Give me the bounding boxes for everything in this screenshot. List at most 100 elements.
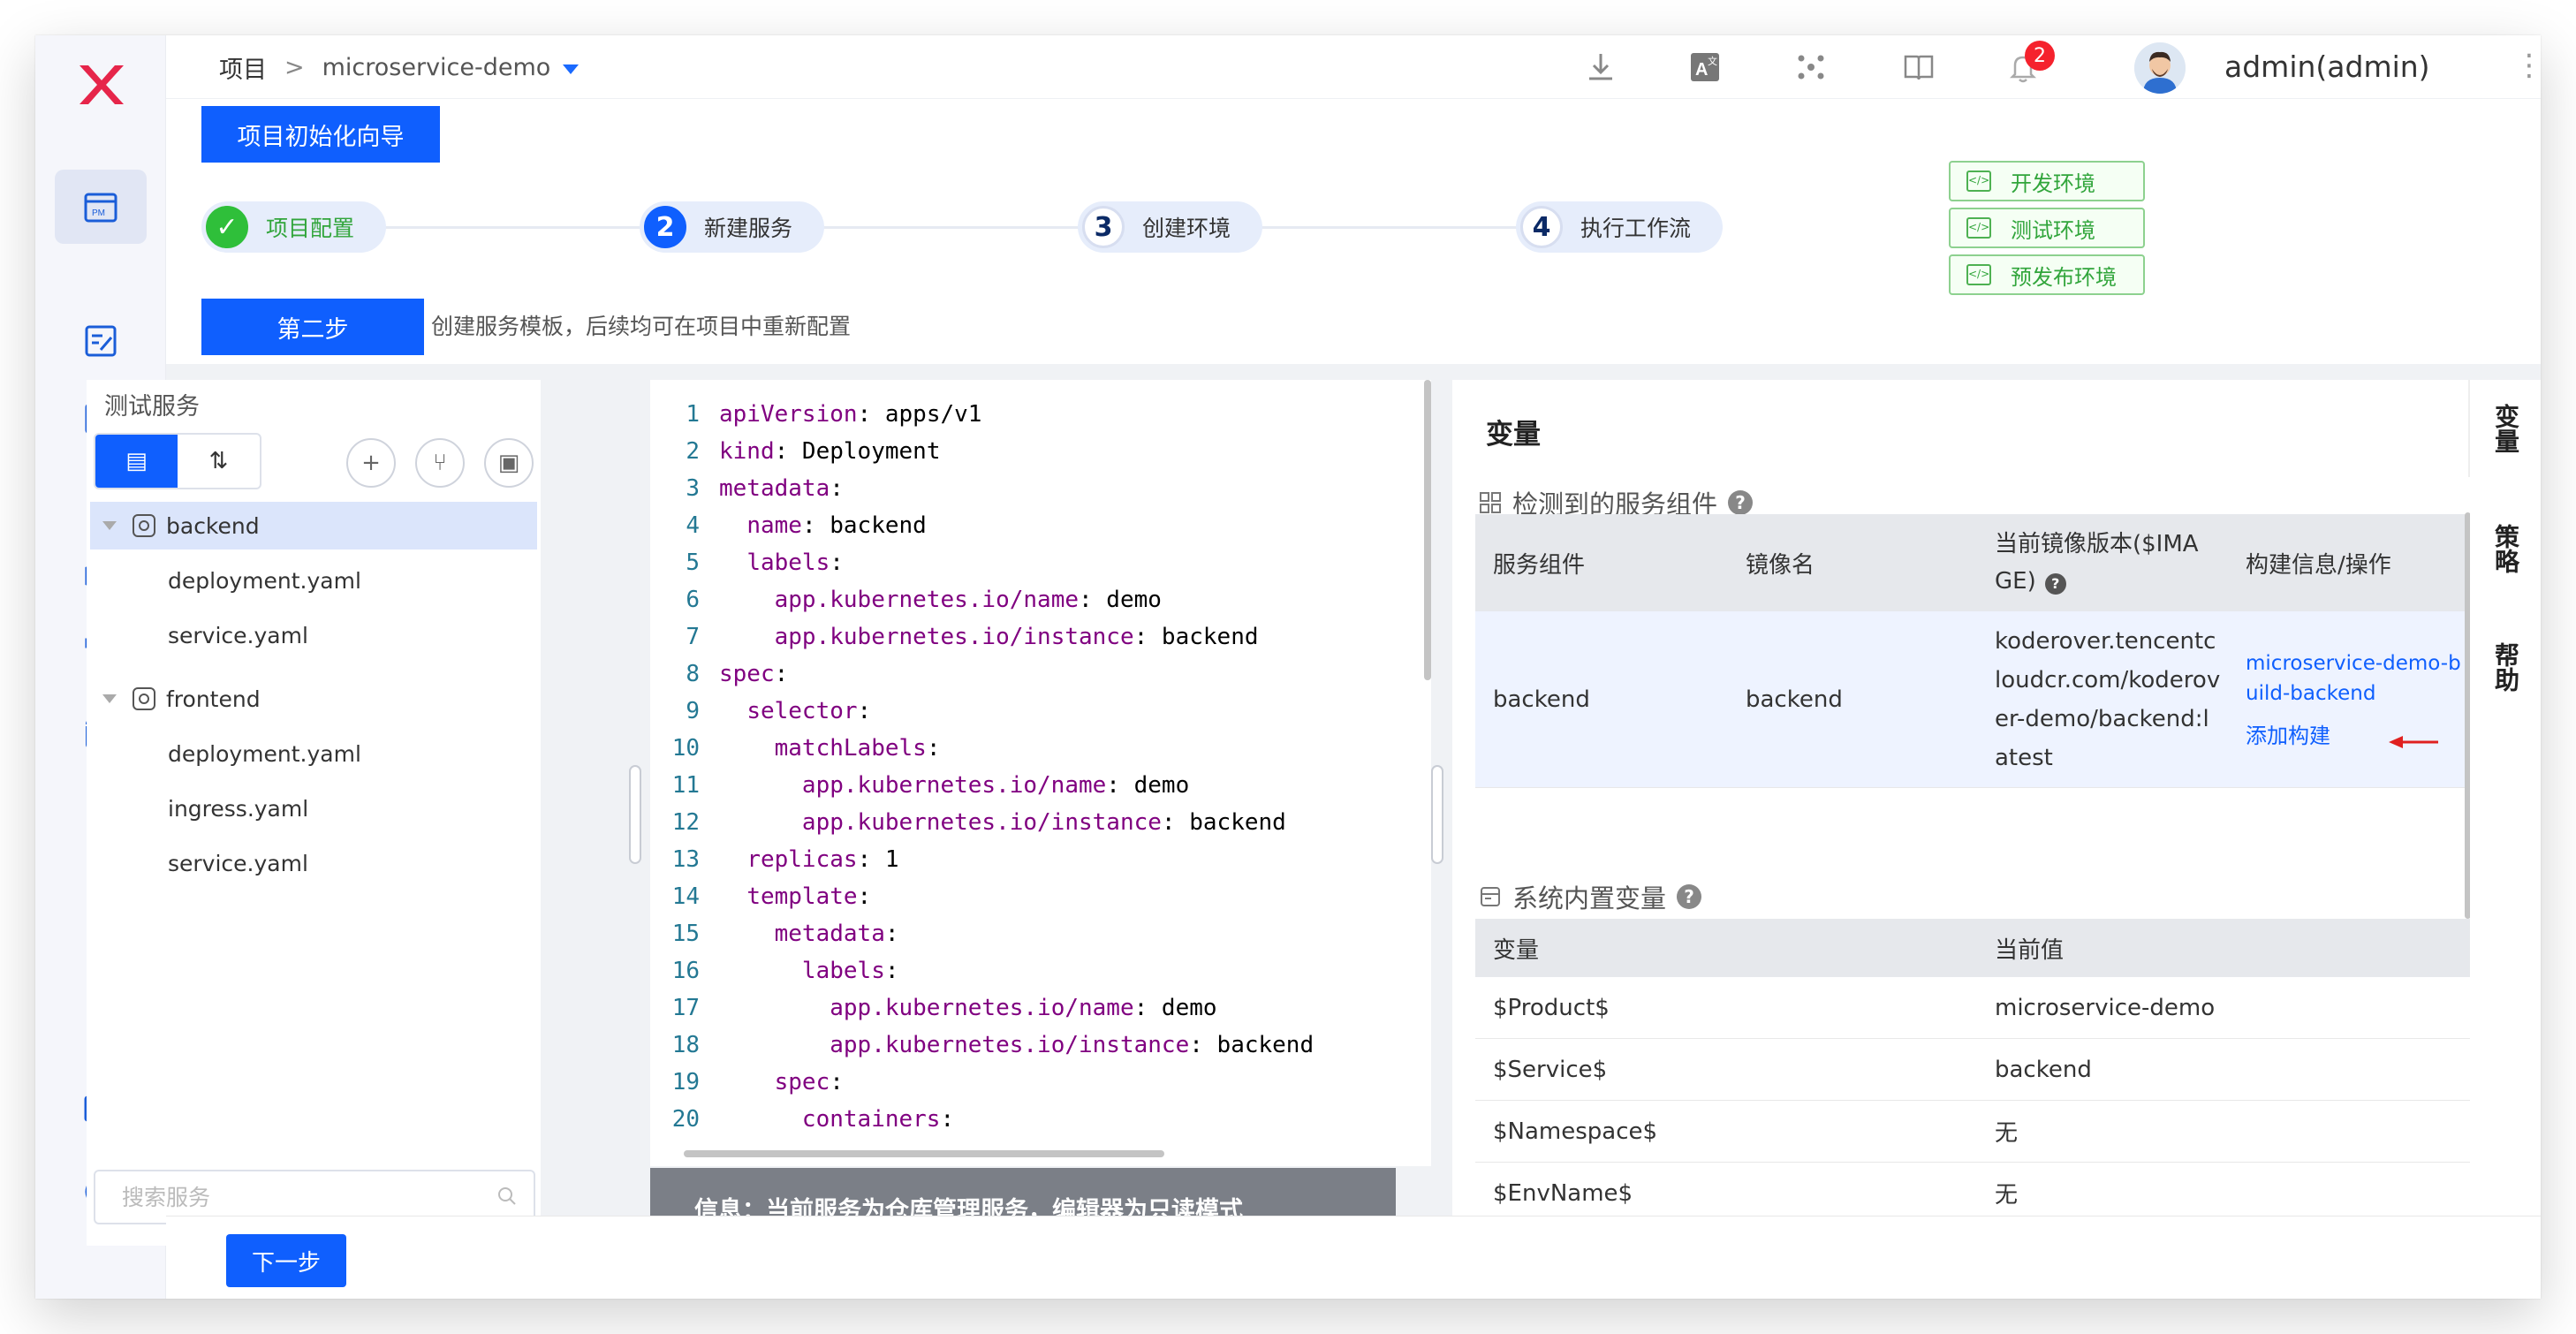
sort-button[interactable]: ⇅ [178,435,260,488]
edit-doc-icon[interactable] [71,311,131,371]
tree-file[interactable]: ingress.yaml [90,784,537,832]
build-link[interactable]: microservice-demo-build-backend [2246,648,2466,709]
file-name: service.yaml [168,850,308,876]
git-import-button[interactable]: ⑂ [415,438,465,488]
add-build-link[interactable]: 添加构建 [2246,721,2330,751]
file-name: service.yaml [168,622,308,648]
yaml-key: app.kubernetes.io/name [830,995,1134,1021]
yaml-key: labels [746,550,830,576]
service-icon [133,514,155,537]
yaml-key: metadata [719,475,830,502]
expand-arrow-icon[interactable] [102,521,117,530]
yaml-key: app.kubernetes.io/instance [801,809,1162,836]
var-name: $Product$ [1493,994,1610,1021]
editor-vertical-scrollbar[interactable] [1424,380,1431,680]
add-service-button[interactable]: + [346,438,396,488]
code-line: 4 name: backend [650,507,926,544]
template-button[interactable]: ▣ [484,438,534,488]
project-manage-icon[interactable]: PM [55,170,147,244]
translate-icon[interactable]: A文 [1682,44,1728,90]
yaml-colon: : [830,475,844,502]
code-line: 10 matchLabels: [650,730,941,767]
line-number: 16 [671,958,700,984]
tree-service-frontend[interactable]: frontend [90,675,537,723]
tree-service-backend[interactable]: backend [90,502,537,550]
yaml-colon: : [1106,772,1120,799]
editor-horizontal-scrollbar[interactable] [684,1150,1164,1157]
tree-file[interactable]: deployment.yaml [90,557,537,604]
help-icon[interactable]: ? [2044,573,2066,595]
more-menu-icon[interactable]: ⋮ [2514,46,2541,88]
tree-file[interactable]: service.yaml [90,839,537,887]
panel-resizer[interactable] [629,765,641,864]
variables-title: 变量 [1486,419,1541,451]
yaml-colon: : [884,921,899,947]
code-line: 1 apiVersion: apps/v1 [650,396,981,433]
next-step-button[interactable]: 下一步 [226,1234,346,1287]
side-tab-strategy[interactable]: 策略 [2470,500,2541,597]
env-staging[interactable]: </> 预发布环境 [1949,254,2145,295]
build-cell: microservice-demo-build-backend 添加构建 [2228,611,2475,787]
env-label: 测试环境 [2011,217,2095,243]
step-run-workflow: 4 执行工作流 [1516,201,1724,253]
line-number: 13 [671,846,700,873]
git-branch-icon: ⑂ [433,450,447,476]
clipboard-icon: ▤ [125,448,148,474]
yaml-value: backend [1202,1032,1315,1058]
yaml-colon: : [884,958,899,984]
panel-resizer[interactable] [1431,765,1443,864]
list-view-button[interactable]: ▤ [95,435,178,488]
docs-book-icon[interactable] [1896,44,1942,90]
help-icon[interactable]: ? [1677,884,1702,909]
side-tab-help[interactable]: 帮助 [2470,618,2541,716]
component-name: backend [1493,686,1590,713]
network-icon[interactable] [1788,44,1834,90]
code-line: 15 metadata: [650,915,899,952]
search-input[interactable] [122,1184,475,1210]
svg-text:文: 文 [1708,55,1717,67]
yaml-colon: : [857,846,872,873]
plus-icon: + [361,450,381,476]
env-dev[interactable]: </> 开发环境 [1949,161,2145,201]
var-value: 无 [1995,1182,2019,1209]
sort-icon: ⇅ [208,448,229,474]
search-icon [498,1187,516,1205]
help-icon[interactable]: ? [1728,490,1754,515]
line-number: 1 [686,401,700,428]
step-label: 项目配置 [266,216,355,241]
code-line: 8 spec: [650,656,788,693]
side-tab-variables[interactable]: 变量 [2470,380,2541,477]
env-test[interactable]: </> 测试环境 [1949,208,2145,248]
koderover-logo-icon[interactable] [67,51,134,118]
code-line: 12 app.kubernetes.io/instance: backend [650,804,1286,841]
download-icon[interactable] [1578,44,1624,90]
avatar[interactable] [2134,42,2186,94]
step-project-config: ✓ 项目配置 [201,201,387,253]
arrow-pointer-icon [2389,736,2438,748]
yaml-colon: : [1133,624,1148,650]
breadcrumb-root[interactable]: 项目 [219,50,267,85]
project-selector[interactable]: microservice-demo [322,54,551,81]
expand-arrow-icon[interactable] [102,694,117,703]
caret-down-icon[interactable] [563,64,580,74]
yaml-editor[interactable]: 1 apiVersion: apps/v1 2 kind: Deployment 3 me… [650,380,1431,1166]
table-header: 服务组件 镜像名 当前镜像版本($IMAGE)? 构建信息/操作 [1475,514,2475,611]
yaml-colon: : [1079,587,1093,613]
username[interactable]: admin(admin) [2224,46,2430,88]
code-line: 20 containers: [650,1101,954,1138]
notification-bell-icon[interactable]: 2 [2000,41,2055,90]
system-vars-section-title: 系统内置变量 ? [1479,878,1702,915]
step-new-service: 2 新建服务 [640,201,825,253]
tree-file[interactable]: deployment.yaml [90,730,537,777]
yaml-value: demo [1148,995,1217,1021]
tree-title: 测试服务 [104,393,200,421]
yaml-key: metadata [774,921,885,947]
tree-file[interactable]: service.yaml [90,611,537,659]
line-number: 17 [671,995,700,1021]
